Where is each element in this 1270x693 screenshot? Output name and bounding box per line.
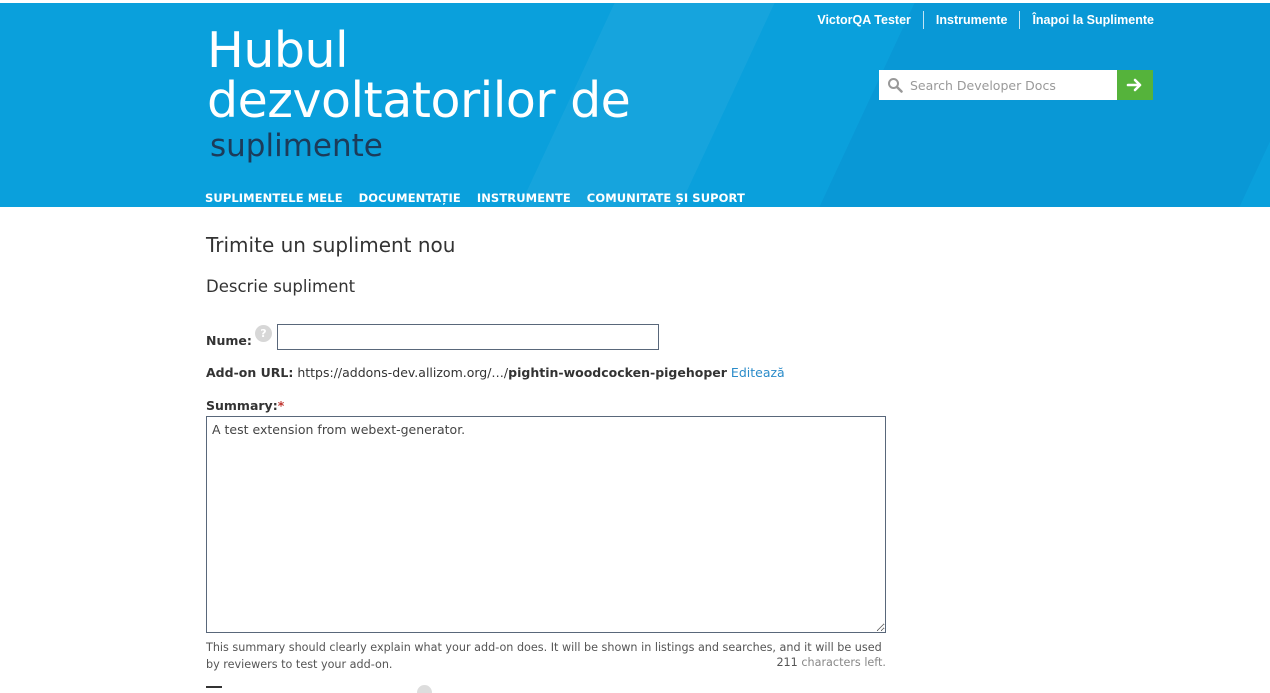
back-to-addons-link[interactable]: Înapoi la Suplimente (1020, 11, 1154, 29)
search-box (879, 70, 1117, 100)
arrow-right-icon (1126, 78, 1142, 92)
required-marker: * (277, 398, 285, 413)
search-icon (888, 78, 903, 93)
next-help-icon-edge (417, 685, 432, 693)
edit-url-link[interactable]: Editează (731, 365, 785, 380)
url-prefix: https://addons-dev.allizom.org/…/ (297, 365, 509, 380)
top-links: VictorQA Tester Instrumente Înapoi la Su… (805, 11, 1154, 29)
summary-label-text: Summary: (206, 398, 278, 413)
main-nav: SUPLIMENTELE MELE DOCUMENTAȚIE INSTRUMEN… (205, 191, 761, 205)
addon-url-row: Add-on URL: https://addons-dev.allizom.o… (206, 365, 785, 380)
site-header: VictorQA Tester Instrumente Înapoi la Su… (0, 0, 1270, 207)
page-title: Trimite un supliment nou (206, 233, 456, 257)
char-counter: 211 characters left. (776, 656, 886, 669)
site-title[interactable]: Hubul dezvoltatorilor de suplimente (207, 22, 631, 166)
nav-community-support[interactable]: COMUNITATE ȘI SUPORT (587, 191, 745, 205)
url-label: Add-on URL: (206, 365, 294, 380)
summary-textarea[interactable]: A test extension from webext-generator. (206, 416, 886, 633)
char-count-label: characters left. (801, 656, 886, 669)
site-title-line: Hubul (207, 22, 349, 79)
header-top-border (0, 0, 1270, 3)
site-title-line: dezvoltatorilor de (207, 72, 631, 129)
next-field-edge (206, 686, 222, 692)
summary-label: Summary:* (206, 398, 284, 413)
search-submit-button[interactable] (1117, 70, 1153, 100)
header-decoration (785, 0, 1270, 207)
help-icon[interactable]: ? (255, 325, 272, 342)
name-input[interactable] (277, 324, 659, 350)
url-slug: pightin-woodcocken-pigehoper (508, 365, 727, 380)
section-title: Descrie supliment (206, 277, 356, 296)
site-title-subline: suplimente (210, 128, 383, 164)
search-form (879, 70, 1153, 100)
user-menu-link[interactable]: VictorQA Tester (805, 11, 923, 29)
name-label: Nume: (206, 333, 252, 348)
char-count: 211 (776, 656, 798, 669)
nav-documentation[interactable]: DOCUMENTAȚIE (359, 191, 461, 205)
nav-my-addons[interactable]: SUPLIMENTELE MELE (205, 191, 343, 205)
search-input[interactable] (910, 74, 1110, 96)
nav-tools[interactable]: INSTRUMENTE (477, 191, 571, 205)
tools-link[interactable]: Instrumente (924, 11, 1020, 29)
